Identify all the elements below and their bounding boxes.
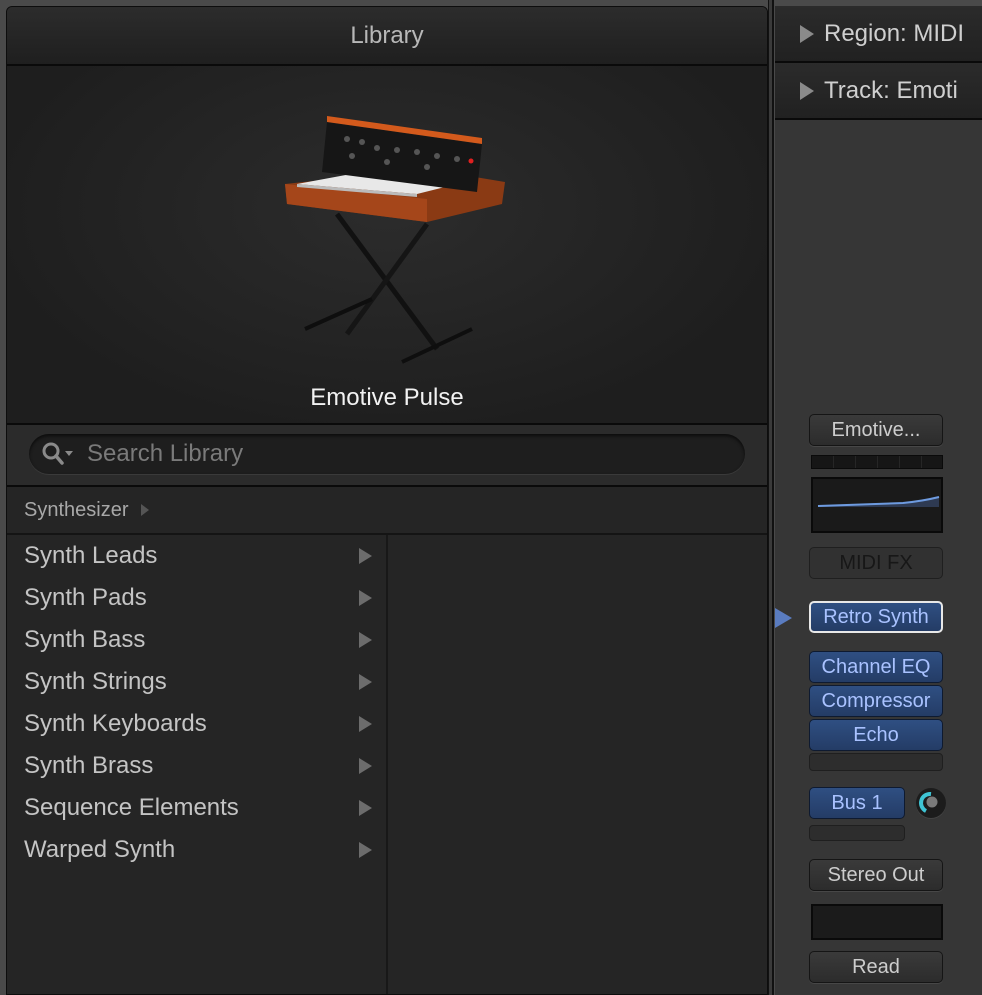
list-item[interactable]: Warped Synth [7, 829, 386, 871]
disclosure-triangle-icon[interactable] [800, 81, 814, 100]
group-slot[interactable] [811, 904, 943, 940]
selected-slot-arrow-icon [775, 608, 792, 628]
panel-divider[interactable] [768, 0, 774, 995]
retro-synth-keyboard-icon [285, 116, 505, 364]
eq-thumbnail[interactable] [811, 477, 943, 533]
list-item[interactable]: Synth Leads [7, 535, 386, 577]
send-slot[interactable]: Bus 1 [809, 787, 905, 819]
list-item[interactable]: Synth Bass [7, 619, 386, 661]
list-item[interactable]: Synth Brass [7, 745, 386, 787]
disclosure-arrow-icon [359, 548, 372, 564]
output-button[interactable]: Stereo Out [809, 859, 943, 891]
channel-strip: Emotive... MIDI FX Retro Synth Channel E… [775, 122, 982, 995]
automation-mode-button[interactable]: Read [809, 951, 943, 983]
library-header: Library [7, 7, 767, 66]
preset-preview: Emotive Pulse [7, 66, 767, 425]
audio-fx-slot[interactable]: Channel EQ [809, 651, 943, 683]
region-inspector-header[interactable]: Region: MIDI [775, 6, 982, 63]
search-icon[interactable] [41, 441, 77, 467]
preset-name: Emotive Pulse [310, 384, 464, 411]
chevron-right-icon [140, 504, 149, 516]
disclosure-arrow-icon [359, 842, 372, 858]
send-level-knob[interactable] [916, 788, 946, 818]
search-bar [7, 425, 767, 487]
list-item[interactable]: Synth Keyboards [7, 703, 386, 745]
track-inspector-header[interactable]: Track: Emoti [775, 63, 982, 120]
breadcrumb: Synthesizer [7, 487, 767, 535]
breadcrumb-category[interactable]: Synthesizer [24, 499, 129, 522]
list-item[interactable]: Synth Strings [7, 661, 386, 703]
disclosure-arrow-icon [359, 590, 372, 606]
list-item[interactable]: Sequence Elements [7, 787, 386, 829]
level-meter [811, 455, 943, 469]
list-item[interactable]: Synth Pads [7, 577, 386, 619]
search-field[interactable] [29, 434, 745, 474]
instrument-slot[interactable]: Retro Synth [809, 601, 943, 633]
disclosure-arrow-icon [359, 716, 372, 732]
library-panel: Library Emotive Pulse Search Library Syn… [6, 6, 768, 995]
search-input[interactable] [85, 439, 689, 469]
disclosure-arrow-icon [359, 758, 372, 774]
empty-audio-fx-slot[interactable] [809, 753, 943, 771]
audio-fx-slot[interactable]: Echo [809, 719, 943, 751]
inspector-panel: Region: MIDI Track: Emoti Emotive... MID… [775, 6, 982, 995]
midi-fx-slot[interactable]: MIDI FX [809, 547, 943, 579]
empty-send-slot[interactable] [809, 825, 905, 841]
category-list: Synth Leads Synth Pads Synth Bass Synth … [7, 535, 388, 994]
disclosure-triangle-icon[interactable] [800, 24, 814, 43]
disclosure-arrow-icon [359, 674, 372, 690]
disclosure-arrow-icon [359, 632, 372, 648]
library-title: Library [350, 21, 424, 49]
setting-button[interactable]: Emotive... [809, 414, 943, 446]
audio-fx-slot[interactable]: Compressor [809, 685, 943, 717]
disclosure-arrow-icon [359, 800, 372, 816]
